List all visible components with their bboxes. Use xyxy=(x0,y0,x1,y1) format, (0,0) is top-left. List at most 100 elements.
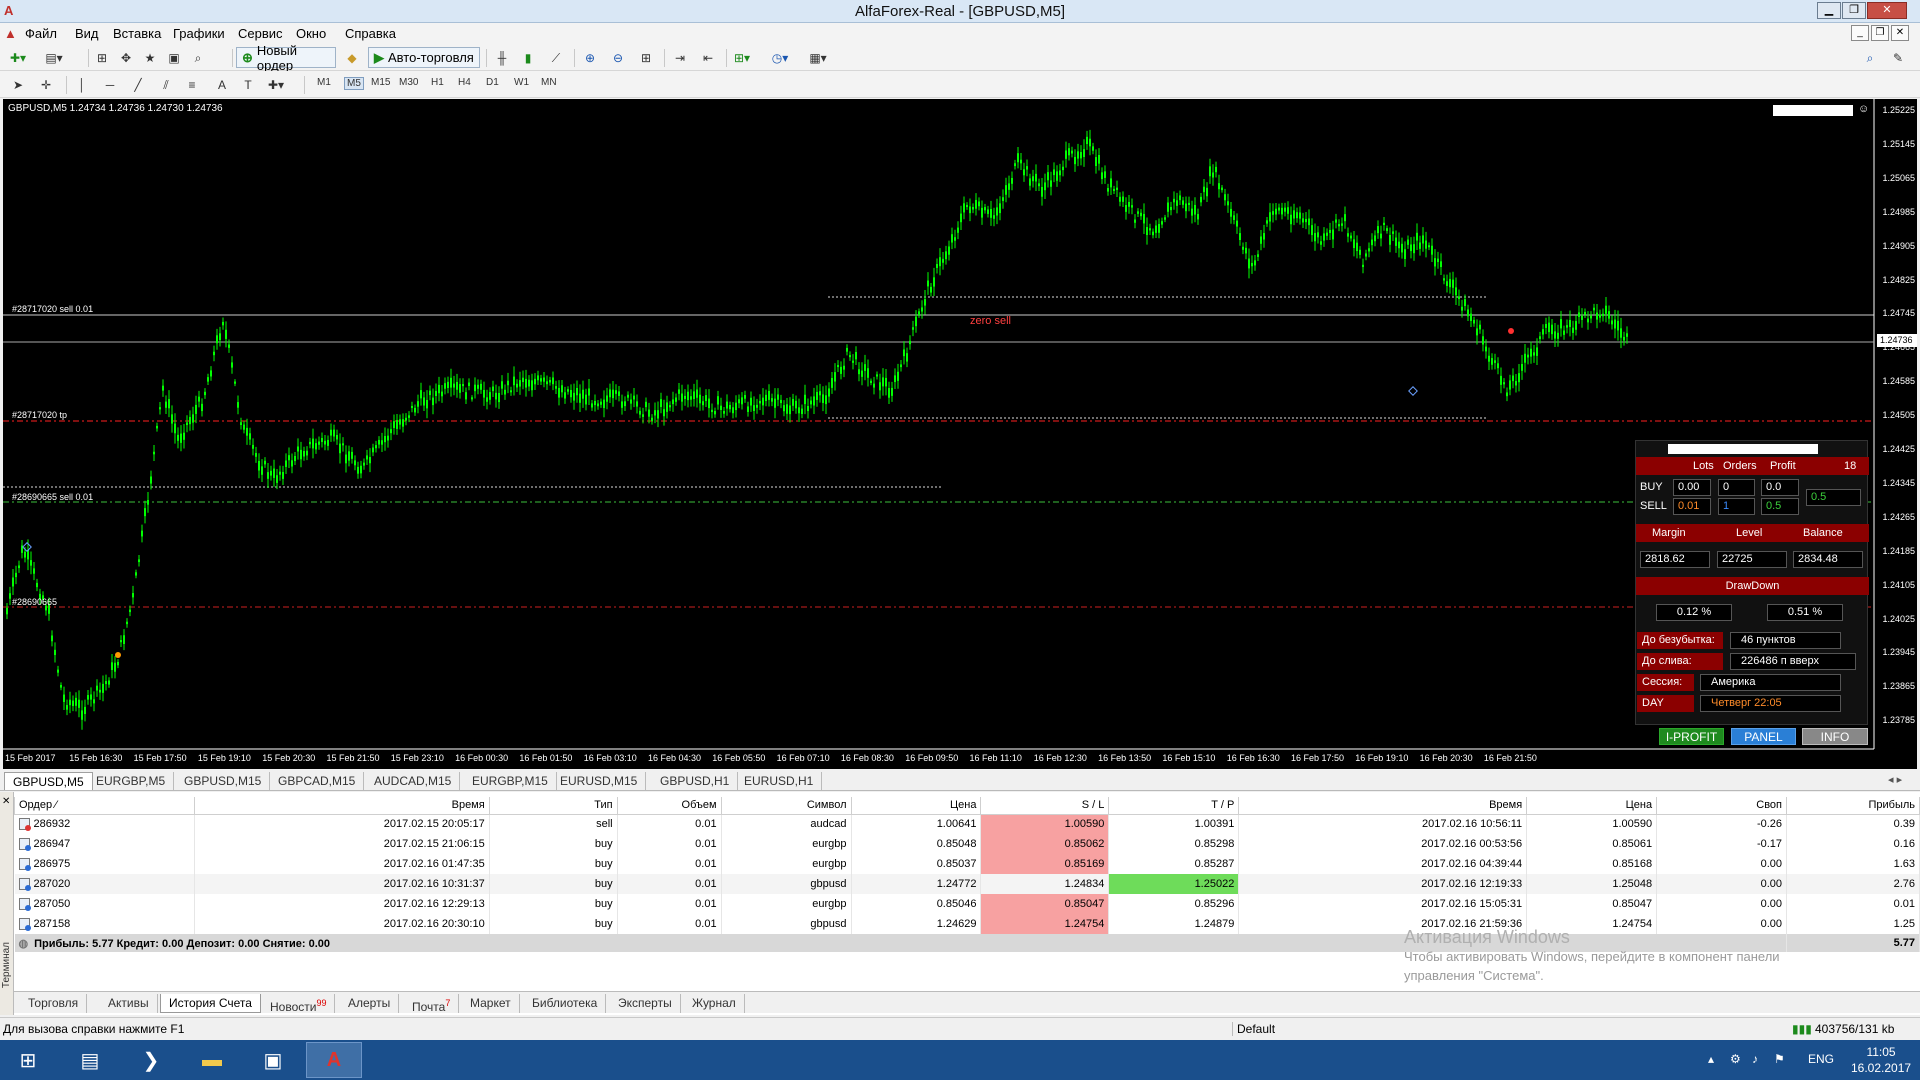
tab-alerts[interactable]: Алерты xyxy=(340,994,400,1013)
timeframe-m15[interactable]: M15 xyxy=(371,77,390,88)
templates-icon[interactable]: ▦▾ xyxy=(808,48,828,68)
chart-menu-icon[interactable]: ▲ xyxy=(4,26,17,41)
doc-close-button[interactable]: ✕ xyxy=(1891,25,1909,41)
zoom-out-icon[interactable]: ⊖ xyxy=(608,48,628,68)
menu-file[interactable]: Файл xyxy=(25,26,57,41)
menu-view[interactable]: Вид xyxy=(75,26,99,41)
chart-shift-icon[interactable]: ⇥ xyxy=(670,48,690,68)
restore-button[interactable]: ❐ xyxy=(1842,2,1866,19)
tester-icon[interactable]: ⌕ xyxy=(188,48,208,68)
bar-chart-icon[interactable]: ╫ xyxy=(492,48,512,68)
timeframe-m5[interactable]: M5 xyxy=(344,77,364,90)
menu-tools[interactable]: Сервис xyxy=(238,26,283,41)
chart-tab[interactable]: EURGBP,M15 xyxy=(464,772,557,790)
chart-tab[interactable]: GBPUSD,M15 xyxy=(176,772,271,790)
tab-experts[interactable]: Эксперты xyxy=(610,994,681,1013)
menu-window[interactable]: Окно xyxy=(296,26,326,41)
tab-news[interactable]: Новости99 xyxy=(262,994,336,1014)
chart-tab[interactable]: AUDCAD,M15 xyxy=(366,772,461,790)
menu-charts[interactable]: Графики xyxy=(173,26,225,41)
zoom-in-icon[interactable]: ⊕ xyxy=(580,48,600,68)
navigator-icon[interactable]: ★ xyxy=(140,48,160,68)
col-type[interactable]: Тип xyxy=(488,797,618,815)
history-row[interactable]: 286932 2017.02.15 20:05:17 sell 0.01 audcad 1… xyxy=(14,814,1920,834)
line-chart-icon[interactable]: ⟋ xyxy=(546,48,566,68)
chat-icon[interactable]: ✎ xyxy=(1888,48,1908,68)
profiles-icon[interactable]: ▤▾ xyxy=(44,48,64,68)
col-profit[interactable]: Прибыль xyxy=(1786,797,1920,815)
minimize-button[interactable]: ▁ xyxy=(1817,2,1841,19)
file-explorer-icon[interactable]: ▬ xyxy=(184,1042,240,1078)
start-icon[interactable]: ⊞ xyxy=(0,1042,56,1078)
channel-icon[interactable]: ⫽ xyxy=(156,75,176,95)
doc-minimize-button[interactable]: _ xyxy=(1851,25,1869,41)
clock[interactable]: 11:05 16.02.2017 xyxy=(1851,1044,1911,1076)
fibonacci-icon[interactable]: ≡ xyxy=(182,75,202,95)
language-indicator[interactable]: ENG xyxy=(1808,1052,1834,1066)
chart-tab[interactable]: GBPCAD,M15 xyxy=(270,772,365,790)
tab-journal[interactable]: Журнал xyxy=(684,994,745,1013)
remote-desktop-icon[interactable]: ▣ xyxy=(245,1042,301,1078)
timeframe-h4[interactable]: H4 xyxy=(458,77,471,88)
menu-insert[interactable]: Вставка xyxy=(113,26,161,41)
tab-market[interactable]: Маркет xyxy=(462,994,520,1013)
tile-windows-icon[interactable]: ⊞ xyxy=(636,48,656,68)
history-row[interactable]: 287020 2017.02.16 10:31:37 buy 0.01 gbpusd 1.… xyxy=(14,874,1920,894)
col-price[interactable]: Цена xyxy=(850,797,982,815)
horizontal-line-icon[interactable]: ─ xyxy=(100,75,120,95)
data-window-icon[interactable]: ✥ xyxy=(116,48,136,68)
chart-tab[interactable]: EURGBP,M5 xyxy=(88,772,175,790)
metaeditor-icon[interactable]: ◆ xyxy=(342,48,362,68)
doc-restore-button[interactable]: ❐ xyxy=(1871,25,1889,41)
tray-expand-icon[interactable]: ▴ xyxy=(1708,1052,1714,1066)
new-chart-icon[interactable]: ✚▾ xyxy=(8,48,28,68)
col-sl[interactable]: S / L xyxy=(980,797,1110,815)
crosshair-icon[interactable]: ✛ xyxy=(36,75,56,95)
col-volume[interactable]: Объем xyxy=(616,797,722,815)
server-manager-icon[interactable]: ▤ xyxy=(62,1042,118,1078)
timeframe-d1[interactable]: D1 xyxy=(486,77,499,88)
market-watch-icon[interactable]: ⊞ xyxy=(92,48,112,68)
col-order[interactable]: Ордер ⁄ xyxy=(14,797,195,815)
close-button[interactable]: ✕ xyxy=(1867,2,1907,19)
flag-icon[interactable]: ⚑ xyxy=(1774,1052,1785,1066)
col-close-price[interactable]: Цена xyxy=(1526,797,1658,815)
price-chart[interactable]: GBPUSD,M5 1.24734 1.24736 1.24730 1.2473… xyxy=(3,99,1917,769)
autoscroll-icon[interactable]: ⇤ xyxy=(698,48,718,68)
tab-account-history[interactable]: История Счета xyxy=(160,994,261,1013)
network-icon[interactable]: ⚙ xyxy=(1730,1052,1741,1066)
timeframe-m30[interactable]: M30 xyxy=(399,77,418,88)
menu-help[interactable]: Справка xyxy=(345,26,396,41)
history-row[interactable]: 286975 2017.02.16 01:47:35 buy 0.01 eurgbp 0.… xyxy=(14,854,1920,874)
timeframe-mn[interactable]: MN xyxy=(541,77,557,88)
col-time[interactable]: Время xyxy=(193,797,490,815)
search-icon[interactable]: ⌕ xyxy=(1860,48,1880,68)
timeframe-w1[interactable]: W1 xyxy=(514,77,529,88)
history-row[interactable]: 287050 2017.02.16 12:29:13 buy 0.01 eurgbp 0.… xyxy=(14,894,1920,914)
chart-tab[interactable]: EURUSD,H1 xyxy=(736,772,823,790)
periods-icon[interactable]: ◷▾ xyxy=(770,48,790,68)
text-label-icon[interactable]: T xyxy=(238,75,258,95)
chart-tab[interactable]: GBPUSD,H1 xyxy=(652,772,739,790)
col-swap[interactable]: Своп xyxy=(1656,797,1788,815)
panel-button[interactable]: PANEL xyxy=(1731,728,1796,745)
col-symbol[interactable]: Символ xyxy=(720,797,852,815)
tab-mailbox[interactable]: Почта7 xyxy=(404,994,460,1014)
chart-tab[interactable]: EURUSD,M15 xyxy=(552,772,647,790)
vertical-line-icon[interactable]: │ xyxy=(72,75,92,95)
iprofit-button[interactable]: I-PROFIT xyxy=(1659,728,1724,745)
new-order-button[interactable]: ⊕ Новый ордер xyxy=(236,43,336,73)
indicators-icon[interactable]: ⊞▾ xyxy=(732,48,752,68)
tab-scroll-arrows-icon[interactable]: ◂ ▸ xyxy=(1888,773,1902,786)
candlestick-icon[interactable]: ▮ xyxy=(518,48,538,68)
chart-tab[interactable]: GBPUSD,M5 xyxy=(4,772,93,790)
timeframe-m1[interactable]: M1 xyxy=(317,77,331,88)
timeframe-h1[interactable]: H1 xyxy=(431,77,444,88)
cursor-icon[interactable]: ➤ xyxy=(8,75,28,95)
trendline-icon[interactable]: ╱ xyxy=(128,75,148,95)
powershell-icon[interactable]: ❯ xyxy=(123,1042,179,1078)
terminal-icon[interactable]: ▣ xyxy=(164,48,184,68)
arrows-icon[interactable]: ✚▾ xyxy=(266,75,286,95)
col-close-time[interactable]: Время xyxy=(1238,797,1528,815)
tab-library[interactable]: Библиотека xyxy=(524,994,607,1013)
